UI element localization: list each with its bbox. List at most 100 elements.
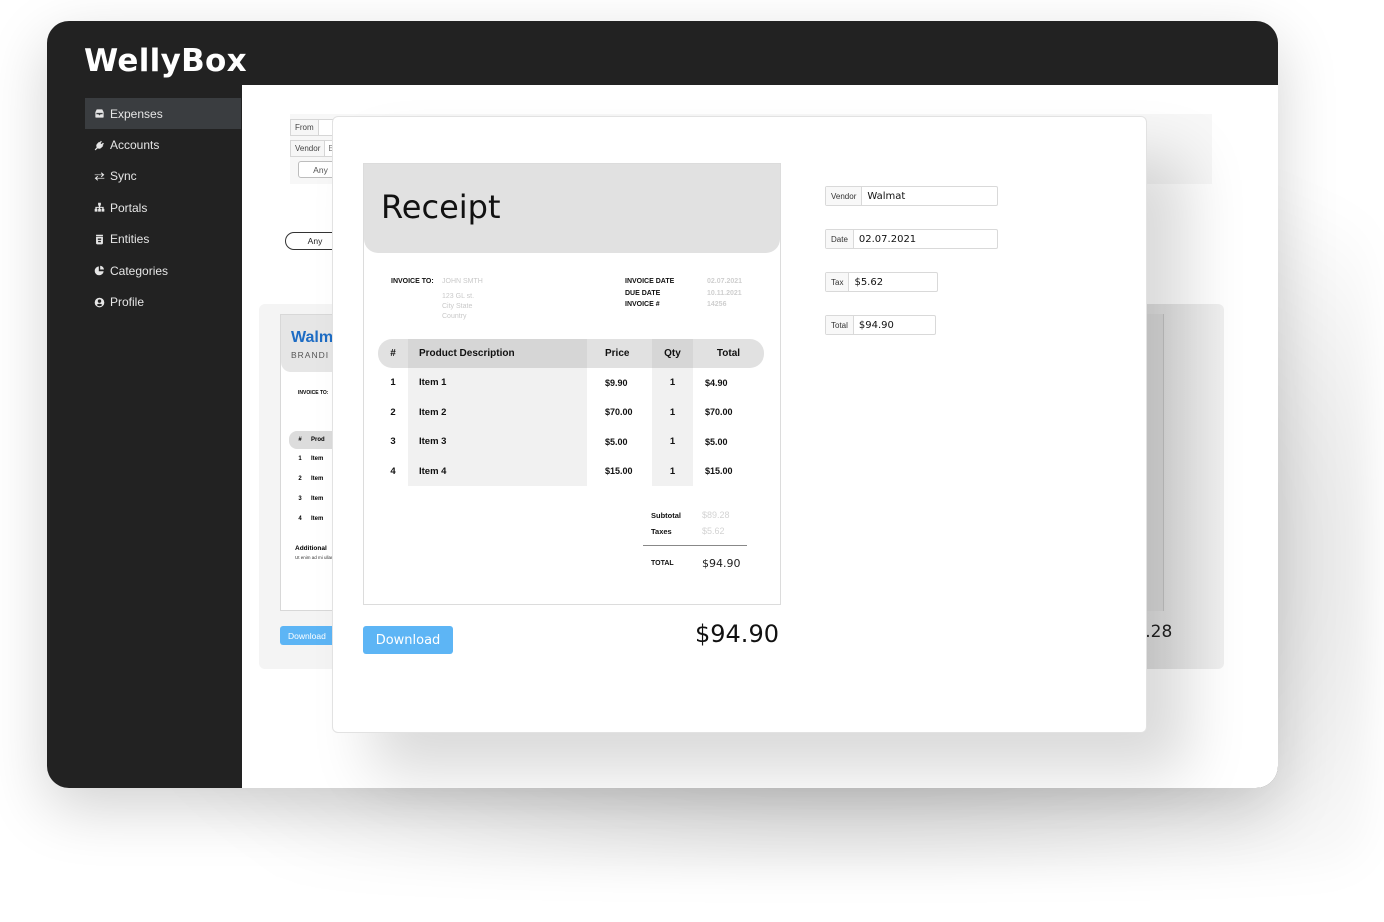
sidebar-item-label: Accounts	[110, 138, 160, 153]
cell-number: 2	[390, 406, 396, 418]
mini-cell: Item	[311, 476, 324, 482]
date-values: 02.07.2021 10.11.2021 14256	[707, 276, 742, 311]
sidebar-item-categories[interactable]: Categories	[85, 255, 241, 286]
cell-description: Item 1	[408, 368, 587, 398]
exchange-icon	[93, 170, 105, 182]
total-field[interactable]: Total	[825, 315, 936, 335]
inbox-icon	[93, 108, 105, 120]
mini-cell: Item	[311, 496, 324, 502]
cell-price: $9.90	[605, 377, 628, 388]
mini-col: #	[298, 437, 302, 443]
sitemap-icon	[93, 202, 105, 214]
sidebar-item-label: Expenses	[110, 106, 163, 121]
invoice-date-label: INVOICE DATE	[625, 278, 675, 285]
cell-total: $15.00	[705, 466, 733, 477]
sidebar-item-label: Profile	[110, 295, 145, 310]
total-field-label: Total	[826, 316, 854, 334]
date-input[interactable]	[853, 230, 992, 248]
vendor-input[interactable]	[862, 187, 993, 205]
subtotal-label: Subtotal	[651, 511, 681, 520]
user-circle-icon	[93, 296, 105, 308]
invoice-number-label: INVOICE #	[625, 301, 660, 308]
invoice-number-value: 14256	[707, 301, 727, 308]
table-row: 1 Item 1 $9.90 1 $4.90	[378, 368, 764, 398]
sidebar: Expenses Accounts Sync Portals Entities …	[85, 98, 241, 318]
tax-field-label: Tax	[826, 273, 850, 291]
plug-icon	[93, 139, 105, 151]
date-labels: INVOICE DATE DUE DATE INVOICE #	[625, 276, 674, 311]
cell-price: $70.00	[605, 407, 633, 418]
table-row: 3 Item 3 $5.00 1 $5.00	[378, 427, 764, 457]
cell-number: 1	[390, 377, 396, 389]
table-row: 2 Item 2 $70.00 1 $70.00	[378, 397, 764, 427]
summary-labels: Subtotal Taxes	[651, 508, 681, 540]
total-label: TOTAL	[651, 560, 674, 567]
table-row: 4 Item 4 $15.00 1 $15.00	[378, 456, 764, 486]
mini-cell: 3	[298, 496, 302, 502]
cell-qty: 1	[652, 427, 693, 457]
date-field[interactable]: Date	[825, 229, 998, 249]
cell-total: $70.00	[705, 407, 733, 418]
tax-field[interactable]: Tax	[825, 272, 938, 292]
brand-logo: WellyBox	[84, 43, 247, 79]
receipt-title: Receipt	[381, 188, 501, 226]
cell-price: $15.00	[605, 466, 633, 477]
sidebar-item-sync[interactable]: Sync	[85, 161, 241, 192]
receipt-preview: Receipt INVOICE TO: JOHN SMTH 123 GL st.…	[363, 163, 781, 605]
pie-chart-icon	[93, 265, 105, 277]
sidebar-item-profile[interactable]: Profile	[85, 286, 241, 317]
mini-cell: Item	[311, 516, 324, 522]
stage: WellyBox Expenses Accounts Sync Portals …	[0, 0, 1384, 922]
table-header: # Product Description Price Qty Total	[378, 339, 764, 368]
customer-name: JOHN SMTH	[442, 278, 483, 285]
total-value: $94.90	[702, 557, 741, 570]
taxes-value: $5.62	[702, 526, 725, 536]
tax-input[interactable]	[849, 273, 935, 291]
mini-cell: 1	[298, 456, 302, 462]
mini-cell: Item	[311, 456, 324, 462]
col-number: #	[390, 348, 396, 359]
sidebar-item-label: Entities	[110, 232, 150, 247]
date-field-label: Date	[826, 230, 854, 248]
cell-description: Item 3	[408, 427, 587, 457]
address-line: Country	[442, 312, 467, 320]
mini-cell: 4	[298, 516, 302, 522]
sidebar-item-accounts[interactable]: Accounts	[85, 129, 241, 160]
col-qty: Qty	[652, 339, 693, 368]
summary-divider	[643, 545, 747, 546]
col-price: Price	[605, 348, 630, 359]
due-date-value: 10.11.2021	[707, 289, 742, 297]
vendor-field-label: Vendor	[826, 187, 863, 205]
sidebar-item-expenses[interactable]: Expenses	[85, 98, 241, 130]
cell-total: $5.00	[705, 436, 728, 447]
cell-qty: 1	[652, 368, 693, 398]
mini-cell: 2	[298, 476, 302, 482]
vendor-field[interactable]: Vendor	[825, 186, 998, 206]
invoice-to-label: INVOICE TO:	[391, 278, 434, 285]
sidebar-item-entities[interactable]: Entities	[85, 224, 241, 255]
cell-total: $4.90	[705, 377, 728, 388]
col-description: Product Description	[408, 339, 587, 368]
cell-price: $5.00	[605, 436, 628, 447]
col-total: Total	[716, 348, 741, 359]
invoice-date-value: 02.07.2021	[707, 278, 743, 285]
download-button[interactable]: Download	[363, 626, 453, 654]
cell-description: Item 4	[408, 456, 587, 486]
mini-col: Prod	[311, 437, 325, 443]
address-line: City State	[442, 302, 473, 310]
from-label: From	[291, 120, 319, 135]
line-items-table: # Product Description Price Qty Total 1 …	[378, 339, 764, 486]
address-line: 123 GL st.	[442, 292, 475, 300]
receipt-total-amount: $94.90	[695, 620, 779, 648]
sidebar-item-label: Portals	[110, 200, 148, 215]
cell-description: Item 2	[408, 397, 587, 427]
total-input[interactable]	[853, 316, 932, 334]
cell-number: 3	[390, 436, 396, 448]
receipt-header: Receipt	[364, 164, 780, 253]
subtotal-value: $89.28	[702, 510, 730, 520]
taxes-label: Taxes	[651, 527, 672, 536]
cell-qty: 1	[652, 456, 693, 486]
sidebar-item-portals[interactable]: Portals	[85, 192, 241, 223]
sidebar-item-label: Categories	[110, 263, 169, 278]
summary-values: $89.28 $5.62	[702, 507, 730, 539]
